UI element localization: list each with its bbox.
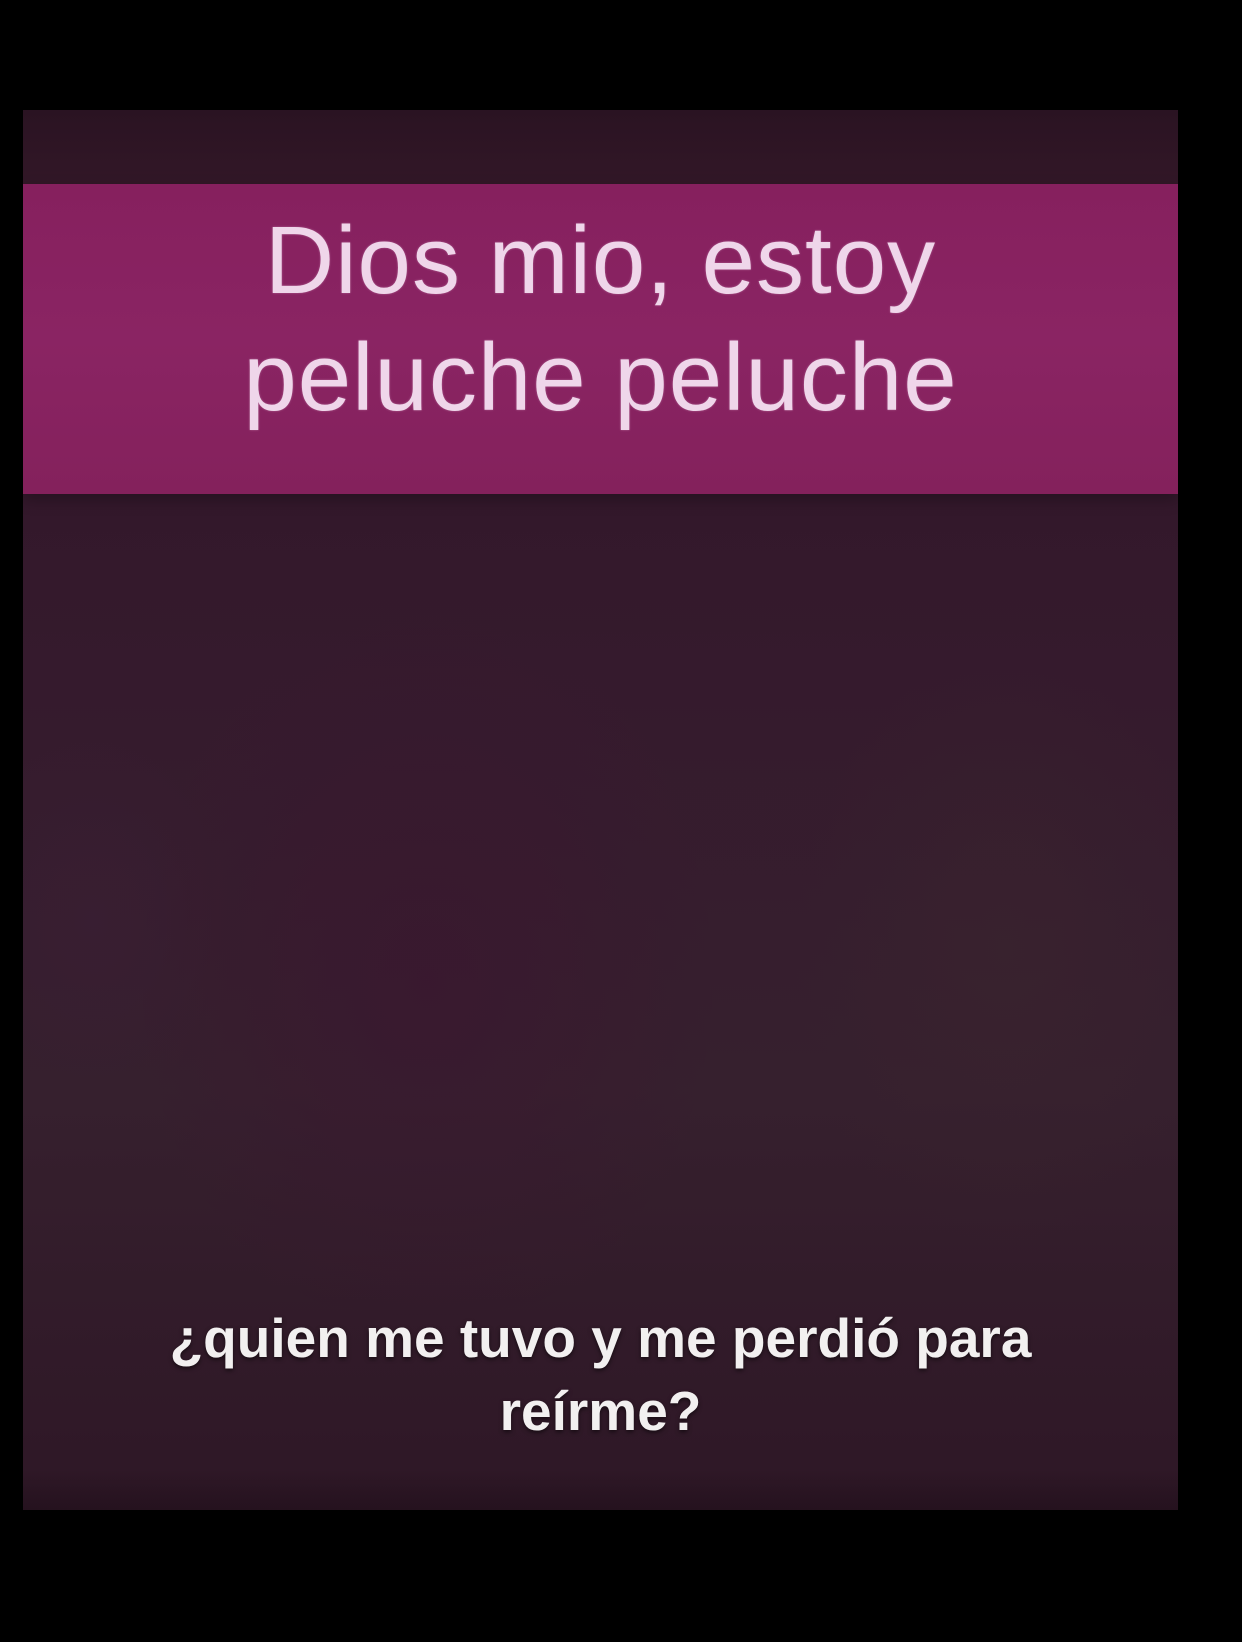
meme-image-frame: Dios mio, estoy peluche peluche ¿quien m… — [23, 110, 1178, 1510]
caption-line-2: reírme? — [499, 1379, 702, 1442]
title-line-2: peluche peluche — [243, 324, 958, 432]
top-dark-strip — [23, 110, 1178, 184]
bottom-shade — [23, 1470, 1178, 1510]
caption-text: ¿quien me tuvo y me perdió para reírme? — [23, 1302, 1178, 1447]
caption-line-1: ¿quien me tuvo y me perdió para — [169, 1307, 1032, 1369]
title-text: Dios mio, estoy peluche peluche — [23, 202, 1178, 436]
title-line-1: Dios mio, estoy — [264, 207, 937, 314]
